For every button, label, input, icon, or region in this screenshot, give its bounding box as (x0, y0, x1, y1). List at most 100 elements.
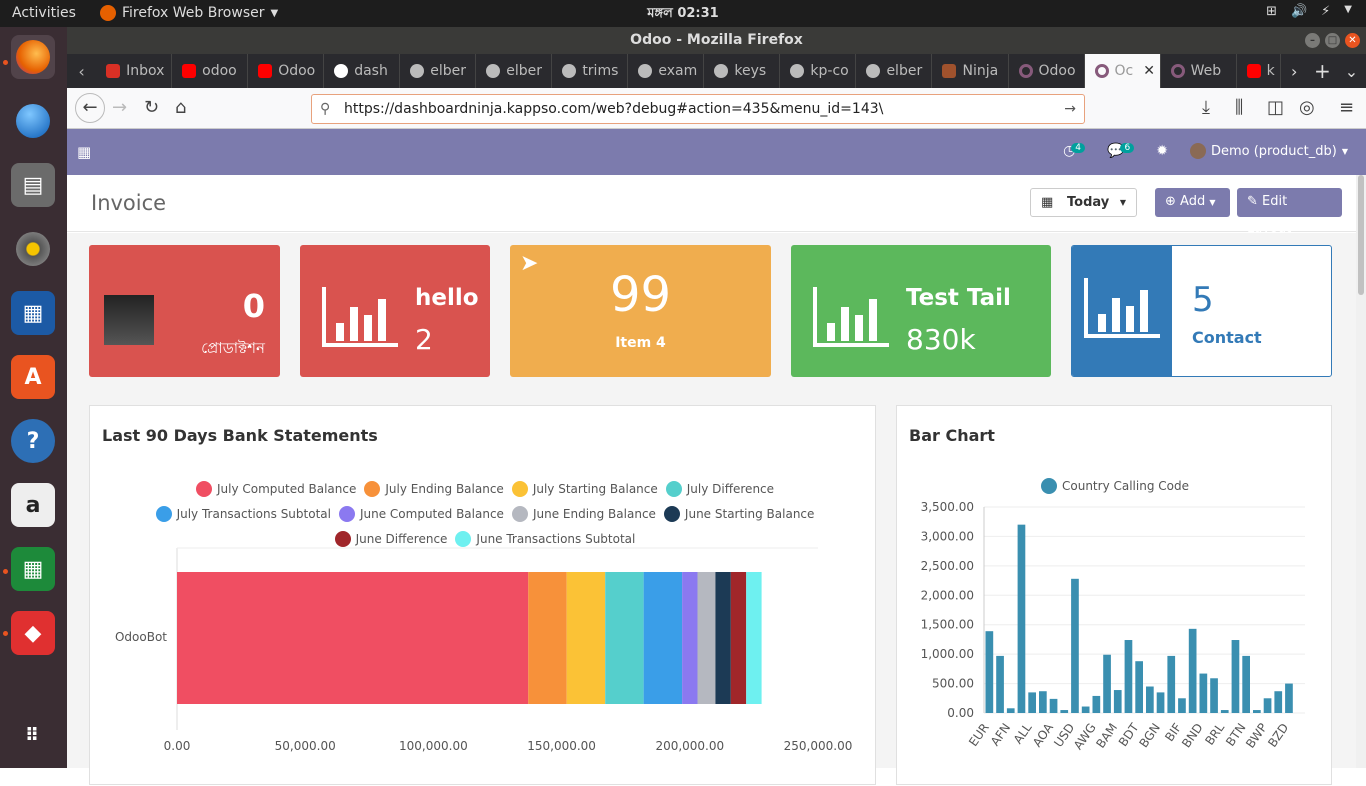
sidebar-icon[interactable]: ◫ (1267, 97, 1284, 118)
scroll-tabs-right-icon[interactable]: › (1281, 54, 1308, 88)
bar (1220, 710, 1229, 713)
dock-rhythmbox-icon[interactable] (11, 227, 55, 271)
tab[interactable]: Odoo (1009, 54, 1085, 88)
downloads-icon[interactable]: ⤓ (1202, 97, 1210, 118)
bar-segment (177, 572, 529, 704)
tab[interactable]: Web (1161, 54, 1237, 88)
scrollbar-thumb[interactable] (1358, 175, 1364, 295)
add-button[interactable]: ⊕ Add ▼ (1155, 188, 1230, 217)
kpi-tile[interactable]: ➤ 99 Item 4 (510, 245, 771, 377)
tile-image (104, 295, 154, 345)
home-icon[interactable]: ⌂ (175, 97, 186, 118)
tab-list-icon[interactable]: ⌄ (1337, 54, 1366, 88)
scroll-tabs-left-icon[interactable]: ‹ (67, 54, 96, 88)
user-name: Demo (product_db) (1210, 143, 1337, 159)
menu-icon[interactable]: ≡ (1339, 97, 1354, 118)
youtube-icon (182, 64, 197, 78)
dock-firefox-icon[interactable] (11, 35, 55, 79)
dock-anydesk-icon[interactable]: ◆ (11, 611, 55, 655)
tab[interactable]: odoo (172, 54, 249, 88)
add-label: Add (1180, 194, 1206, 209)
reload-icon[interactable]: ↻ (144, 97, 159, 118)
messages-icon[interactable]: 💬6 (1107, 143, 1135, 159)
bar (1199, 673, 1208, 713)
tab-label: odoo (202, 63, 237, 79)
user-menu[interactable]: Demo (product_db) ▼ (1189, 143, 1348, 159)
dock-help-icon[interactable]: ? (11, 419, 55, 463)
x-tick-label: BWP (1243, 721, 1270, 751)
system-tray[interactable]: ⊞ 🔊 ⚡ ▼ (1266, 4, 1352, 19)
page-scrollbar[interactable] (1356, 175, 1366, 768)
bar-chart-icon (322, 287, 398, 347)
clock[interactable]: মঙ্গল 02:31 (0, 4, 1366, 25)
control-panel: Invoice ▦ Today ▼ ⊕ Add ▼ ✎ Edit Layout (67, 175, 1356, 236)
edit-layout-button[interactable]: ✎ Edit Layout (1237, 188, 1342, 236)
tab-active[interactable]: Oc ✕ (1084, 54, 1161, 88)
kpi-tile[interactable]: Test Tail 830k (791, 245, 1051, 377)
youtube-icon (1246, 64, 1261, 78)
library-icon[interactable]: ⫼ (1235, 97, 1243, 118)
caret-down-icon: ▼ (1209, 198, 1216, 207)
tab[interactable]: trims (552, 54, 629, 88)
bar-segment (682, 572, 698, 704)
dock-calc-icon[interactable]: ▦ (11, 547, 55, 591)
minimize-button[interactable]: – (1305, 33, 1320, 48)
date-filter-button[interactable]: ▦ Today ▼ (1030, 188, 1137, 217)
dashboard-content: Invoice ▦ Today ▼ ⊕ Add ▼ ✎ Edit Layout … (67, 175, 1356, 785)
dock-writer-icon[interactable]: ▦ (11, 291, 55, 335)
dock-amazon-icon[interactable]: a (11, 483, 55, 527)
new-tab-icon[interactable]: + (1308, 54, 1337, 88)
kpi-tile[interactable]: 5 Contact (1071, 245, 1332, 377)
battery-icon: ⚡ (1321, 4, 1331, 19)
bar-chart-icon (813, 287, 889, 347)
tile-title: Test Tail (906, 285, 1011, 311)
kpi-tile[interactable]: 0 প্রোডাক্টশন (89, 245, 280, 377)
bar (1124, 640, 1133, 713)
url-bar[interactable]: ⚲ https://dashboardninja.kappso.com/web?… (311, 94, 1085, 124)
legend-item[interactable]: June Ending Balance (511, 503, 656, 525)
activity-icon[interactable]: ◷4 (1063, 143, 1086, 159)
legend-item[interactable]: July Ending Balance (364, 478, 504, 500)
tab[interactable]: Odoo (248, 54, 325, 88)
dock-thunderbird-icon[interactable] (11, 99, 55, 143)
tab-label: Odoo (278, 63, 316, 79)
debug-icon[interactable]: ✹ (1156, 143, 1168, 159)
tab[interactable]: elber (856, 54, 933, 88)
dock-files-icon[interactable]: ▤ (11, 163, 55, 207)
maximize-button[interactable]: □ (1325, 33, 1340, 48)
tab[interactable]: exam (628, 54, 705, 88)
tab[interactable]: Ninja (932, 54, 1009, 88)
close-window-button[interactable]: ✕ (1345, 33, 1360, 48)
tab[interactable]: elber (476, 54, 553, 88)
dock-apps-grid-icon[interactable]: ⠿ (11, 713, 55, 757)
dock-software-icon[interactable]: A (11, 355, 55, 399)
bar (1081, 706, 1090, 713)
tab[interactable]: keys (704, 54, 781, 88)
x-tick-label: 200,000.00 (655, 739, 724, 753)
back-icon[interactable]: ← (75, 93, 105, 123)
window-title: Odoo - Mozilla Firefox (630, 32, 803, 48)
system-top-bar: Activities Firefox Web Browser ▼ মঙ্গল 0… (0, 0, 1366, 27)
legend-item[interactable]: July Computed Balance (195, 478, 356, 500)
legend-item[interactable]: July Starting Balance (511, 478, 658, 500)
legend-item[interactable]: July Transactions Subtotal (155, 503, 331, 525)
y-tick-label: 1,500.00 (921, 618, 974, 632)
kpi-tile[interactable]: hello 2 (300, 245, 490, 377)
bar (1178, 698, 1186, 713)
legend-item[interactable]: July Difference (665, 478, 774, 500)
tab[interactable]: kp-co (780, 54, 857, 88)
github-icon (638, 64, 653, 78)
close-tab-icon[interactable]: ✕ (1143, 63, 1155, 79)
legend-item[interactable]: Country Calling Code (1041, 478, 1189, 494)
legend-item[interactable]: June Starting Balance (663, 503, 814, 525)
tab[interactable]: Inbox (96, 54, 173, 88)
go-arrow-icon[interactable]: → (1064, 95, 1076, 123)
forward-icon[interactable]: → (112, 97, 127, 118)
dock-running-indicator (3, 569, 8, 574)
tab[interactable]: k (1237, 54, 1281, 88)
tab[interactable]: dash (324, 54, 401, 88)
apps-menu-icon[interactable]: ▦ (77, 143, 91, 161)
tab[interactable]: elber (400, 54, 477, 88)
extension-icon[interactable]: ◎ (1299, 97, 1315, 118)
legend-item[interactable]: June Computed Balance (338, 503, 504, 525)
